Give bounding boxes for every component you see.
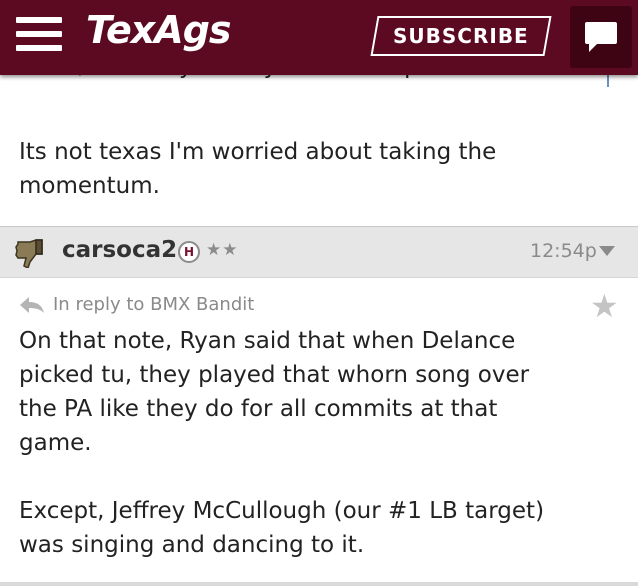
subscribe-label: SUBSCRIBE	[393, 24, 529, 48]
post-line: Except, Jeffrey McCullough (our #1 LB ta…	[19, 498, 545, 524]
post-line: was singing and dancing to it.	[19, 532, 365, 558]
post-header: carsoca2 H ★★ 12:54p	[0, 226, 638, 278]
post-divider	[0, 582, 638, 586]
post-text: On that note, Ryan said that when Delanc…	[19, 324, 579, 562]
post-line: the PA like they do for all commits at t…	[19, 396, 498, 422]
thumbs-down-avatar-icon[interactable]	[14, 236, 46, 268]
previous-post: state, and maybe only 1 of the top 20. I…	[0, 53, 638, 226]
site-logo[interactable]: TexAgs	[86, 8, 232, 52]
dropdown-caret-icon[interactable]	[599, 246, 615, 256]
reply-arrow-icon	[20, 296, 44, 313]
previous-post-text: Its not texas I'm worried about taking t…	[19, 135, 599, 203]
post-line: picked tu, they played that whorn song o…	[19, 362, 530, 388]
member-badge: H	[178, 241, 200, 263]
post-username[interactable]: carsoca2	[62, 237, 177, 263]
reply-reference[interactable]: In reply to BMX Bandit	[19, 294, 254, 315]
top-navigation-bar: TexAgs SUBSCRIBE	[0, 0, 638, 75]
hamburger-menu-icon[interactable]	[16, 17, 62, 51]
scroll-indicator	[607, 75, 609, 87]
rating-stars: ★★	[206, 240, 239, 260]
post-timestamp: 12:54p	[530, 240, 597, 262]
previous-post-line: momentum.	[19, 173, 160, 199]
reply-reference-text: In reply to BMX Bandit	[53, 294, 255, 315]
subscribe-button[interactable]: SUBSCRIBE	[370, 16, 552, 56]
star-icon[interactable]: ★	[590, 286, 619, 326]
chat-bubble-icon	[585, 22, 617, 52]
previous-post-line: Its not texas I'm worried about taking t…	[19, 139, 497, 165]
post-line: On that note, Ryan said that when Delanc…	[19, 328, 516, 354]
chat-button[interactable]	[570, 6, 632, 68]
post-body: In reply to BMX Bandit ★ On that note, R…	[0, 278, 638, 578]
post-line: game.	[19, 430, 92, 456]
